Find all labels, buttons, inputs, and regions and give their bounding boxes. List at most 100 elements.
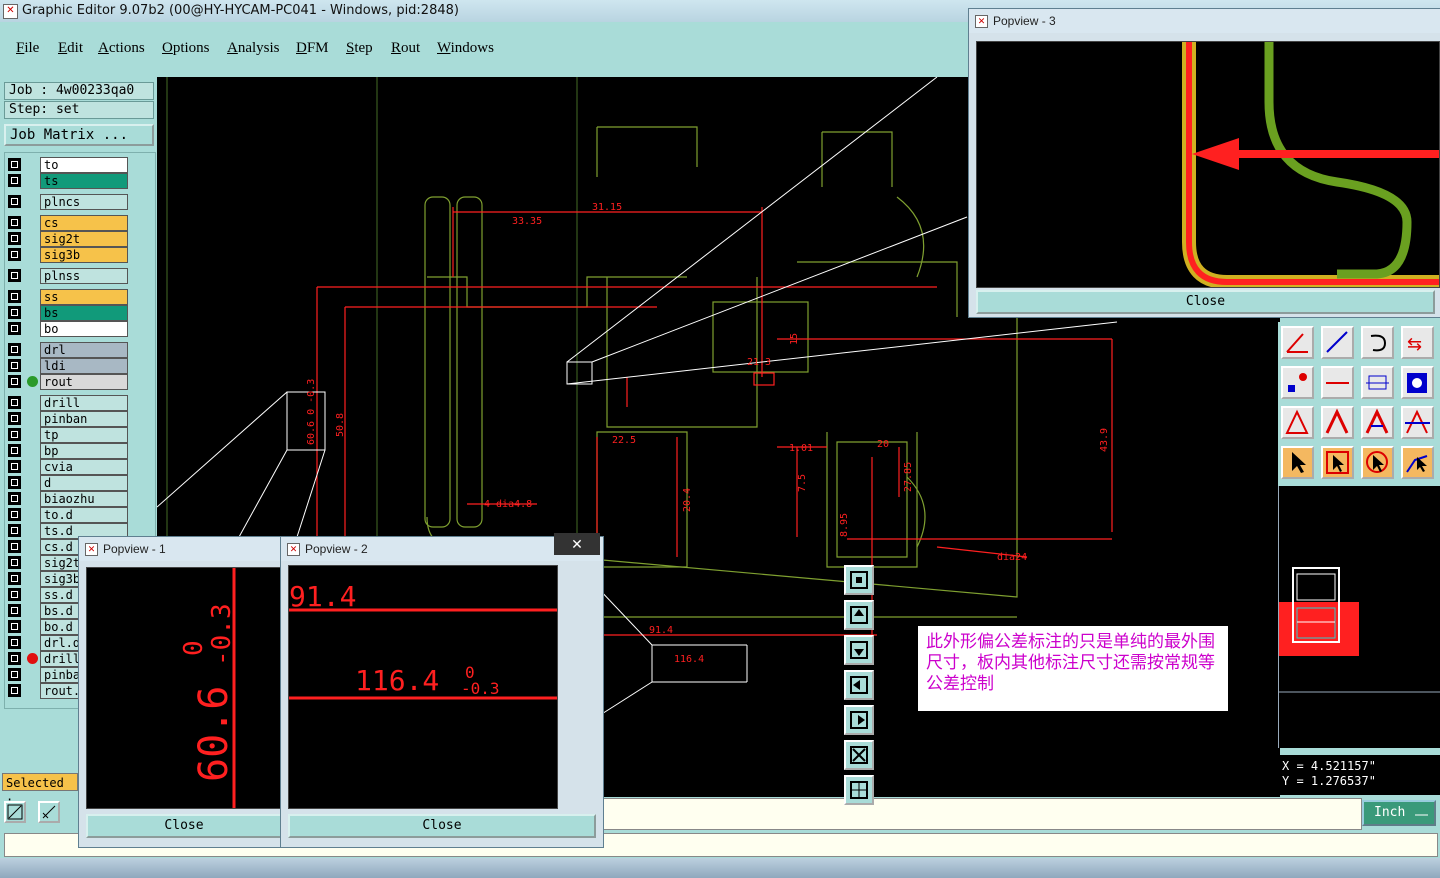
text-a-line-icon[interactable] — [1401, 406, 1434, 439]
popview-1-window[interactable]: ✕ Popview - 1 60.6 0 -0.3 Close — [78, 536, 286, 848]
layer-row[interactable]: cs — [5, 215, 155, 231]
popview-2-close-button[interactable]: Close — [288, 814, 596, 838]
menu-step[interactable]: Step — [346, 40, 373, 57]
close-x-button[interactable]: ✕ — [554, 533, 600, 555]
pan-left-icon[interactable] — [844, 670, 874, 700]
select-circle-pointer-icon[interactable] — [1361, 446, 1394, 479]
flip-icon[interactable]: ⇆ — [1401, 326, 1434, 359]
unit-selector[interactable]: Inch ⎼ — [1362, 800, 1436, 826]
overview-minimap[interactable] — [1278, 486, 1440, 748]
layer-checkbox[interactable] — [8, 684, 21, 697]
menu-rout[interactable]: Rout — [391, 40, 420, 57]
layer-row[interactable]: cvia — [5, 459, 155, 475]
layer-checkbox[interactable] — [8, 636, 21, 649]
popview-3-canvas[interactable] — [976, 41, 1440, 289]
measure-icon[interactable] — [38, 801, 60, 823]
menu-file[interactable]: File — [16, 40, 39, 57]
layer-checkbox[interactable] — [8, 306, 21, 319]
layer-checkbox[interactable] — [8, 652, 21, 665]
layer-checkbox[interactable] — [8, 396, 21, 409]
layer-checkbox[interactable] — [8, 248, 21, 261]
layer-checkbox[interactable] — [8, 158, 21, 171]
layer-checkbox[interactable] — [8, 588, 21, 601]
layer-checkbox[interactable] — [8, 508, 21, 521]
center-icon[interactable] — [1361, 366, 1394, 399]
select-path-pointer-icon[interactable] — [1401, 446, 1434, 479]
layer-checkbox[interactable] — [8, 460, 21, 473]
popview-1-close-button[interactable]: Close — [86, 814, 282, 838]
layer-row[interactable]: to — [5, 157, 155, 173]
layer-checkbox[interactable] — [8, 492, 21, 505]
menu-windows[interactable]: Windows — [437, 40, 494, 57]
layer-row[interactable]: drl — [5, 342, 155, 358]
menu-options[interactable]: Options — [162, 40, 210, 57]
layer-checkbox[interactable] — [8, 269, 21, 282]
layer-checkbox[interactable] — [8, 375, 21, 388]
layer-row[interactable]: ss — [5, 289, 155, 305]
layer-row[interactable]: ts — [5, 173, 155, 189]
layer-checkbox[interactable] — [8, 412, 21, 425]
fit-view-icon[interactable] — [844, 775, 874, 805]
layer-row[interactable]: biaozhu — [5, 491, 155, 507]
layer-row[interactable]: drill — [5, 395, 155, 411]
text-a-blue-icon[interactable] — [1361, 406, 1394, 439]
layer-row[interactable]: pinban — [5, 411, 155, 427]
layer-checkbox[interactable] — [8, 428, 21, 441]
popview-3-close-button[interactable]: Close — [976, 290, 1435, 314]
layer-row[interactable]: d — [5, 475, 155, 491]
layer-row[interactable]: bo — [5, 321, 155, 337]
popview-2-canvas[interactable]: 91.4 116.4 0 -0.3 — [288, 565, 558, 809]
select-box-pointer-icon[interactable] — [1321, 446, 1354, 479]
layer-checkbox[interactable] — [8, 343, 21, 356]
popview-3-titlebar[interactable]: ✕ Popview - 3 — [969, 9, 1440, 33]
layer-checkbox[interactable] — [8, 476, 21, 489]
menu-actions[interactable]: Actions — [98, 40, 145, 57]
layer-checkbox[interactable] — [8, 322, 21, 335]
zoom-fit-icon[interactable] — [4, 801, 26, 823]
move-points-icon[interactable] — [1281, 366, 1314, 399]
layer-checkbox[interactable] — [8, 216, 21, 229]
layer-checkbox[interactable] — [8, 668, 21, 681]
layer-row[interactable]: to.d — [5, 507, 155, 523]
menu-edit[interactable]: Edit — [58, 40, 83, 57]
layer-row[interactable]: ldi — [5, 358, 155, 374]
layer-checkbox[interactable] — [8, 556, 21, 569]
shapes-icon[interactable] — [1401, 366, 1434, 399]
layer-checkbox[interactable] — [8, 524, 21, 537]
angle-measure-icon[interactable] — [1281, 326, 1314, 359]
pan-right-icon[interactable] — [844, 705, 874, 735]
layer-checkbox[interactable] — [8, 359, 21, 372]
popview-2-window[interactable]: ✕ Popview - 2 ✕ 91.4 116.4 0 -0.3 Close — [280, 533, 874, 848]
layer-checkbox[interactable] — [8, 572, 21, 585]
menu-analysis[interactable]: Analysis — [227, 40, 280, 57]
menu-dfm[interactable]: DFM — [296, 40, 329, 57]
layer-checkbox[interactable] — [8, 290, 21, 303]
popview-3-window[interactable]: ✕ Popview - 3 Close — [968, 8, 1440, 318]
job-matrix-button[interactable]: Job Matrix ... — [4, 124, 154, 146]
pan-up-icon[interactable] — [844, 600, 874, 630]
text-a-icon[interactable] — [1321, 406, 1354, 439]
layer-checkbox[interactable] — [8, 540, 21, 553]
horizontal-line-icon[interactable] — [1321, 366, 1354, 399]
layer-checkbox[interactable] — [8, 604, 21, 617]
layer-checkbox[interactable] — [8, 232, 21, 245]
layer-row[interactable]: bs — [5, 305, 155, 321]
layer-checkbox[interactable] — [8, 195, 21, 208]
zoom-in-icon[interactable] — [844, 565, 874, 595]
layer-row[interactable]: plnss — [5, 268, 155, 284]
popview-2-titlebar[interactable]: ✕ Popview - 2 ✕ — [281, 533, 603, 561]
text-a-red-icon[interactable] — [1281, 406, 1314, 439]
layer-checkbox[interactable] — [8, 174, 21, 187]
layer-row[interactable]: bp — [5, 443, 155, 459]
layer-row[interactable]: sig3b — [5, 247, 155, 263]
rotate-icon[interactable] — [1361, 326, 1394, 359]
layer-row[interactable]: rout — [5, 374, 155, 390]
layer-row[interactable]: tp — [5, 427, 155, 443]
line-measure-icon[interactable] — [1321, 326, 1354, 359]
select-pointer-icon[interactable] — [1281, 446, 1314, 479]
popview-1-canvas[interactable]: 60.6 0 -0.3 — [86, 567, 286, 809]
popview-1-titlebar[interactable]: ✕ Popview - 1 — [79, 537, 285, 561]
layer-checkbox[interactable] — [8, 620, 21, 633]
zoom-out-icon[interactable] — [844, 740, 874, 770]
layer-row[interactable]: sig2t — [5, 231, 155, 247]
